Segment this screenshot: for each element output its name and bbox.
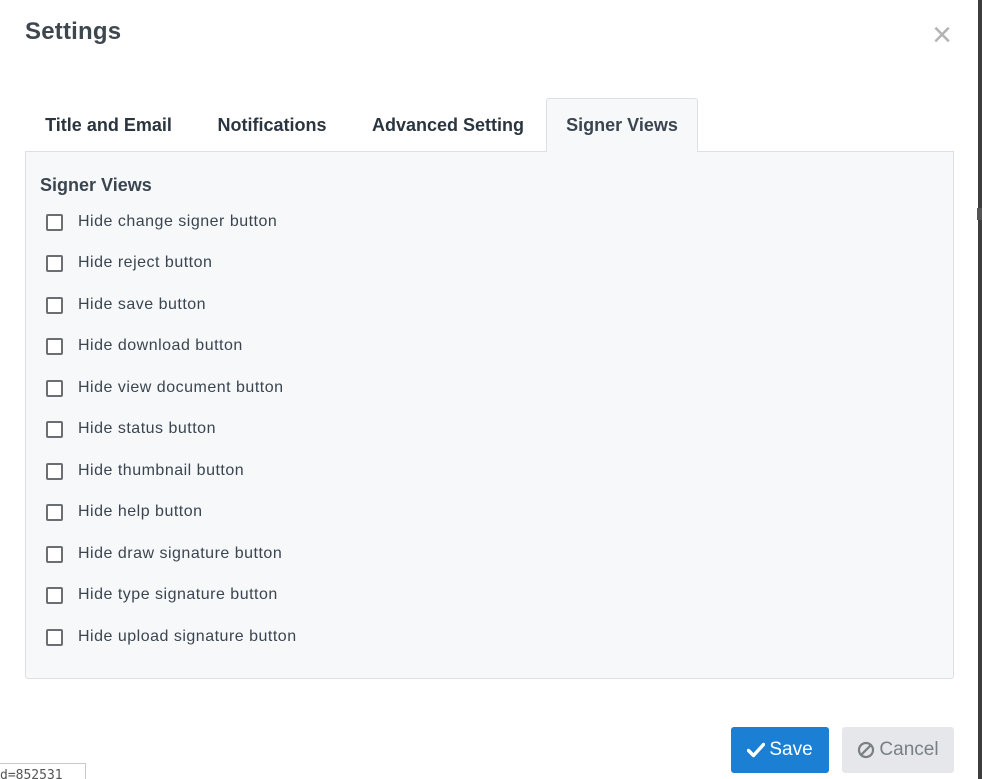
dialog-title: Settings	[25, 18, 122, 45]
tab-notifications[interactable]: Notifications	[197, 98, 347, 152]
option-hide-reject[interactable]: Hide reject button	[46, 250, 212, 276]
tab-label: Title and Email	[45, 114, 172, 135]
tab-label: Signer Views	[566, 115, 678, 135]
option-hide-draw-signature[interactable]: Hide draw signature button	[46, 541, 282, 567]
option-hide-change-signer[interactable]: Hide change signer button	[46, 209, 277, 235]
id-tag: d=852531	[0, 763, 86, 779]
option-label: Hide draw signature button	[78, 545, 283, 562]
signer-views-panel: Signer Views Hide change signer button H…	[25, 151, 954, 679]
checkbox[interactable]	[46, 379, 63, 397]
option-hide-save[interactable]: Hide save button	[46, 292, 206, 318]
option-hide-upload-signature[interactable]: Hide upload signature button	[46, 624, 297, 650]
checkbox[interactable]	[46, 628, 63, 646]
tab-title-and-email[interactable]: Title and Email	[25, 98, 192, 152]
option-hide-help[interactable]: Hide help button	[46, 499, 203, 525]
checkbox[interactable]	[46, 213, 63, 231]
checkbox[interactable]	[46, 462, 63, 480]
option-label: Hide reject button	[78, 254, 213, 271]
panel-heading: Signer Views	[40, 175, 152, 195]
close-icon[interactable]: ×	[928, 18, 956, 52]
checkbox[interactable]	[46, 503, 63, 521]
tab-signer-views[interactable]: Signer Views	[546, 98, 698, 152]
option-hide-thumbnail[interactable]: Hide thumbnail button	[46, 458, 244, 484]
option-label: Hide thumbnail button	[78, 462, 245, 479]
tab-advanced-setting[interactable]: Advanced Setting	[358, 98, 538, 152]
checkbox[interactable]	[46, 337, 63, 355]
ban-icon	[857, 741, 875, 759]
option-hide-download[interactable]: Hide download button	[46, 333, 243, 359]
cancel-button[interactable]: Cancel	[842, 727, 954, 773]
option-label: Hide upload signature button	[78, 628, 297, 645]
window-edge-marker	[977, 208, 982, 220]
window-edge	[978, 0, 982, 779]
tab-bar: Title and Email Notifications Advanced S…	[25, 98, 954, 152]
checkbox[interactable]	[46, 296, 63, 314]
option-label: Hide save button	[78, 296, 207, 313]
option-label: Hide help button	[78, 503, 203, 520]
option-hide-type-signature[interactable]: Hide type signature button	[46, 582, 278, 608]
option-hide-view-document[interactable]: Hide view document button	[46, 375, 284, 401]
option-label: Hide change signer button	[78, 213, 278, 230]
tab-label: Advanced Setting	[371, 114, 525, 135]
cancel-label: Cancel	[879, 739, 939, 760]
checkbox[interactable]	[46, 254, 63, 272]
settings-dialog: Settings × Title and Email Notifications…	[0, 0, 982, 779]
option-label: Hide view document button	[78, 379, 284, 396]
check-icon	[747, 742, 766, 758]
option-hide-status[interactable]: Hide status button	[46, 416, 216, 442]
save-label: Save	[769, 739, 813, 760]
checkbox[interactable]	[46, 586, 63, 604]
checkbox[interactable]	[46, 420, 63, 438]
option-label: Hide status button	[78, 420, 216, 437]
option-label: Hide download button	[78, 337, 243, 354]
save-button[interactable]: Save	[731, 727, 829, 773]
checkbox[interactable]	[46, 545, 63, 563]
option-label: Hide type signature button	[78, 586, 278, 603]
tab-label: Notifications	[217, 114, 327, 135]
